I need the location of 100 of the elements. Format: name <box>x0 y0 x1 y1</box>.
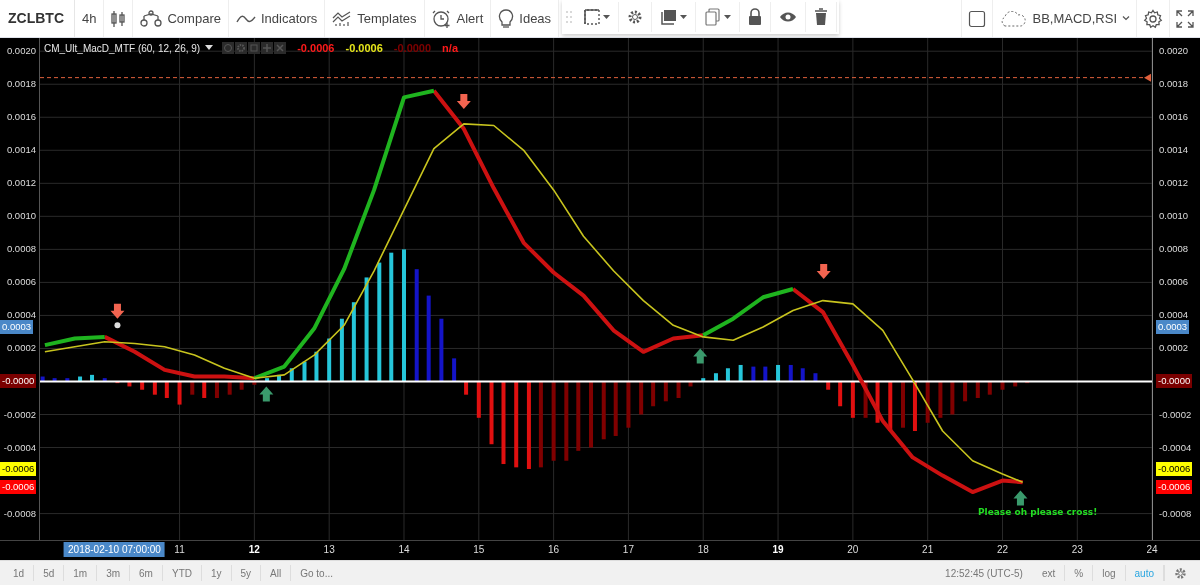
histogram-bar <box>339 318 344 382</box>
histogram-bar <box>589 381 593 448</box>
histogram-bar <box>601 381 606 440</box>
axis-label: -0.0008 <box>3 507 36 520</box>
settings-icon <box>1143 8 1163 29</box>
dashed-rectangle-icon <box>583 8 601 26</box>
indicator-name[interactable]: CM_Ult_MacD_MTF (60, 12, 26, 9) <box>44 42 201 54</box>
histogram-bar <box>327 338 332 382</box>
axis-label: -0.0004 <box>3 441 36 454</box>
axis-label: 0.0012 <box>1159 177 1189 190</box>
axis-label: 0.0008 <box>6 243 36 256</box>
histogram-bar <box>476 381 481 418</box>
histogram-bar <box>102 378 107 382</box>
histogram-bar <box>164 381 169 398</box>
histogram-bar <box>576 381 581 451</box>
axis-label: 19 <box>772 544 784 555</box>
range-button[interactable]: 6m <box>130 565 163 581</box>
histogram-bar <box>190 381 195 395</box>
settings-icon <box>1174 566 1187 580</box>
copy-icon <box>704 8 722 26</box>
histogram-bar <box>676 381 681 398</box>
annotation-text: Please oh please cross! <box>978 507 1098 518</box>
axis-label: 14 <box>398 544 410 555</box>
histogram-bar <box>950 381 955 415</box>
close-icon[interactable] <box>274 42 287 54</box>
layers-icon <box>660 8 678 26</box>
axis-label: 12 <box>248 544 260 555</box>
histogram-bar <box>938 381 943 418</box>
range-button[interactable]: 1m <box>64 565 98 581</box>
price-label: -0.0000 <box>1156 374 1193 389</box>
histogram-bar <box>302 361 307 382</box>
histogram-bar <box>975 381 980 398</box>
histogram-bar <box>788 364 793 382</box>
marker-dot <box>114 322 121 329</box>
range-button[interactable]: YTD <box>162 565 202 581</box>
axis-label: 0.0004 <box>6 309 36 322</box>
histogram-bar <box>651 381 656 407</box>
square-icon <box>968 9 987 28</box>
scale-toggle[interactable]: ext <box>1032 565 1066 581</box>
axis-label: 21 <box>922 544 934 555</box>
price-label: 0.0003 <box>0 319 34 334</box>
histogram-bar <box>738 364 743 382</box>
histogram-bar <box>925 381 930 423</box>
down-arrow <box>456 94 471 109</box>
axis-label: 20 <box>847 544 859 555</box>
caret-icon <box>680 14 687 20</box>
histogram-bar <box>439 318 444 382</box>
axis-label: 0.0012 <box>6 177 36 190</box>
histogram-bar <box>214 381 219 398</box>
range-button[interactable]: 1d <box>4 565 35 581</box>
histogram-bar <box>701 378 706 382</box>
axis-label: 0.0010 <box>1159 210 1189 223</box>
histogram-bar <box>40 376 45 382</box>
scale-toggle[interactable]: % <box>1065 565 1094 581</box>
range-button[interactable]: 3m <box>97 565 131 581</box>
clock-text: 12:52:45 (UTC-5) <box>944 567 1024 579</box>
price-label: -0.0006 <box>0 462 37 476</box>
plus-icon[interactable] <box>261 42 274 54</box>
histogram-bar <box>1025 381 1030 384</box>
axis-label: 0.0002 <box>1159 342 1189 355</box>
histogram-bar <box>464 381 469 395</box>
histogram-bar <box>713 373 718 382</box>
caret-icon[interactable] <box>205 45 214 51</box>
histogram-bar <box>901 381 905 428</box>
caret-icon <box>724 14 731 20</box>
axis-label: 0.0006 <box>6 276 36 289</box>
range-button[interactable]: 5d <box>34 565 65 581</box>
histogram-bar <box>289 368 294 382</box>
range-button[interactable]: 1y <box>201 565 232 581</box>
histogram-bar <box>863 381 868 418</box>
axis-label: 24 <box>1146 544 1158 555</box>
histogram-bar <box>1013 381 1018 387</box>
axis-label: 0.0018 <box>1159 78 1189 91</box>
histogram-bar <box>838 381 843 407</box>
histogram-bar <box>751 366 756 382</box>
histogram-bar <box>227 381 232 395</box>
axis-label: 0.0014 <box>1159 144 1189 157</box>
histogram-bar <box>763 366 768 382</box>
histogram-bar <box>875 381 880 423</box>
caret-icon <box>603 14 610 20</box>
time-cursor-label: 2018-02-10 07:00:00 <box>64 542 165 557</box>
down-arrow <box>110 303 125 319</box>
trash-icon <box>814 8 828 26</box>
scale-toggle[interactable]: log <box>1093 565 1126 581</box>
settings-icon[interactable] <box>235 42 248 54</box>
histogram-bar <box>888 381 893 431</box>
scale-toggle[interactable]: auto <box>1125 565 1164 581</box>
price-label: -0.0006 <box>1156 462 1193 476</box>
axis-label: -0.0008 <box>1159 507 1192 520</box>
histogram-bar <box>239 381 244 390</box>
range-button[interactable]: 5y <box>231 565 262 581</box>
lock-icon <box>748 8 762 26</box>
range-button[interactable]: All <box>261 565 292 581</box>
drag-handle-icon[interactable] <box>566 10 572 24</box>
histogram-bar <box>626 381 631 428</box>
histogram-bar <box>725 368 730 382</box>
legend-value: -0.0006 <box>345 42 383 54</box>
goto-button[interactable]: Go to... <box>291 565 342 581</box>
histogram-bar <box>688 381 693 387</box>
gear-icon <box>627 9 643 25</box>
